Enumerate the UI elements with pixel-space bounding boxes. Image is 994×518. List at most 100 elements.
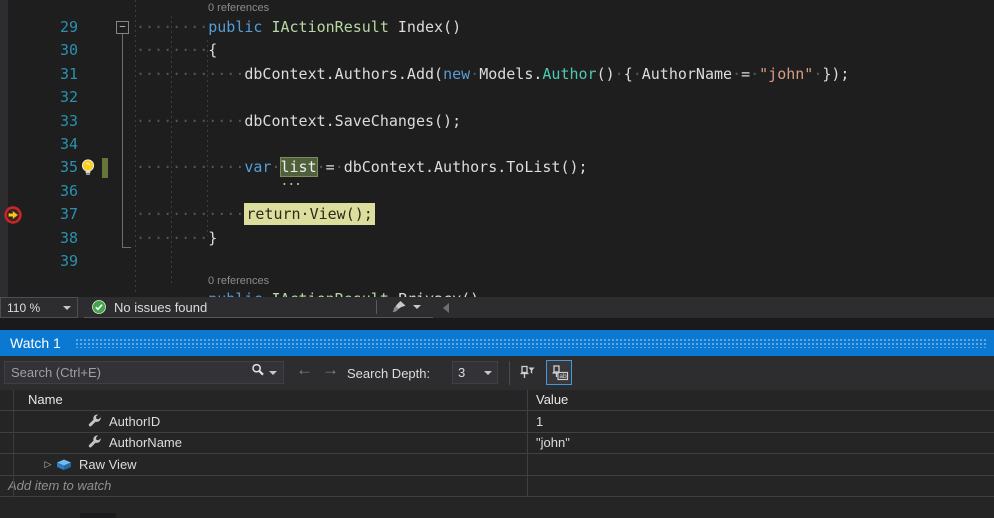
zoom-level-select[interactable]: 110 % bbox=[0, 297, 78, 318]
code-token: { bbox=[208, 41, 218, 60]
search-placeholder: Search (Ctrl+E) bbox=[11, 365, 101, 380]
watch-row-authorname[interactable]: AuthorName "john" bbox=[0, 433, 994, 454]
codelens-references[interactable]: 0 references bbox=[208, 2, 269, 14]
code-line-29[interactable]: 29 ········public IActionResult Index() bbox=[0, 16, 994, 39]
code-token: ············ bbox=[136, 158, 245, 177]
code-line-30[interactable]: 30 ········{ bbox=[0, 39, 994, 62]
code-token: · bbox=[750, 64, 760, 83]
column-header-value[interactable]: Value bbox=[527, 390, 568, 410]
editor-status-bar: 110 % No issues found bbox=[0, 297, 994, 318]
code-token: dbContext.Authors.ToList(); bbox=[343, 158, 588, 177]
watch-window-title-bar[interactable]: Watch 1 bbox=[0, 330, 994, 356]
add-watch-row[interactable]: Add item to watch bbox=[0, 476, 994, 497]
code-token: · bbox=[614, 64, 624, 83]
code-token: dbContext.Authors.Add( bbox=[244, 64, 444, 83]
code-line-32[interactable]: 32 bbox=[0, 86, 994, 109]
bottom-strip bbox=[0, 497, 994, 518]
code-token: = bbox=[741, 64, 751, 83]
search-back-button[interactable]: ← bbox=[296, 360, 313, 380]
column-resize-handle[interactable] bbox=[527, 390, 528, 497]
column-header-name[interactable]: Name bbox=[0, 390, 527, 410]
code-token: ········ bbox=[136, 18, 209, 36]
code-token: · bbox=[271, 158, 281, 177]
watch-value-text[interactable] bbox=[527, 454, 994, 475]
watch-window-title: Watch 1 bbox=[10, 335, 61, 351]
watch-row-raw-view[interactable]: ▷ Raw View bbox=[0, 454, 994, 476]
expand-arrow-icon[interactable]: ▷ bbox=[40, 459, 56, 470]
code-editor[interactable]: 0 references 29 ········public IActionResu… bbox=[0, 0, 994, 297]
breakpoint-current-statement-icon[interactable] bbox=[4, 206, 22, 224]
chevron-down-icon bbox=[413, 305, 421, 309]
tab-notch bbox=[80, 513, 116, 518]
code-token: · bbox=[470, 64, 480, 83]
search-options-chevron-icon[interactable] bbox=[269, 370, 277, 375]
pane-splitter[interactable] bbox=[0, 318, 994, 330]
scroll-left-icon[interactable] bbox=[443, 302, 449, 313]
line-number: 34 bbox=[59, 134, 78, 153]
code-token: ············ bbox=[136, 205, 245, 224]
clipped-code-line: public IActionResult Privacy() bbox=[0, 289, 994, 297]
search-depth-select[interactable]: 3 bbox=[452, 361, 498, 384]
line-number: 39 bbox=[59, 251, 78, 270]
code-text[interactable]: ········{ bbox=[136, 39, 217, 62]
code-token: · bbox=[316, 158, 326, 177]
code-line-31[interactable]: 31 ············dbContext.Authors.Add(new·… bbox=[0, 63, 994, 86]
watch-value-text[interactable]: 1 bbox=[527, 411, 994, 432]
line-number: 38 bbox=[59, 228, 78, 247]
document-health-indicator[interactable]: No issues found bbox=[84, 297, 377, 318]
code-token: · bbox=[334, 158, 344, 177]
code-token: Author bbox=[542, 64, 597, 83]
code-text[interactable]: ············dbContext.SaveChanges(); bbox=[136, 110, 461, 133]
code-token: AuthorName bbox=[641, 64, 733, 83]
watch-toolbar: Search (Ctrl+E) ← → Search Depth: 3 ab bbox=[0, 356, 994, 390]
code-text[interactable]: ············ return·View(); bbox=[136, 203, 375, 226]
code-line-36[interactable]: 36 bbox=[0, 180, 994, 203]
code-fold-toggle[interactable]: − bbox=[116, 21, 129, 34]
line-number: 32 bbox=[59, 88, 78, 107]
table-header-row[interactable]: Name Value bbox=[0, 390, 994, 411]
pinned-member-names-toggle[interactable]: ab bbox=[546, 360, 572, 385]
toolbar-divider bbox=[509, 361, 510, 385]
code-line-35[interactable]: 35············var·list·=·dbContext.Autho… bbox=[0, 156, 994, 179]
code-cleanup-button[interactable] bbox=[377, 297, 433, 318]
code-text[interactable]: ············dbContext.Authors.Add(new·Mo… bbox=[136, 63, 849, 86]
code-line-38[interactable]: 38 ········} bbox=[0, 227, 994, 250]
code-text[interactable]: ············var·list·=·dbContext.Authors… bbox=[136, 156, 588, 179]
health-status-text: No issues found bbox=[114, 299, 208, 315]
check-circle-icon bbox=[92, 300, 106, 314]
code-text[interactable]: ········} bbox=[136, 227, 217, 250]
code-token: ············ bbox=[136, 64, 245, 83]
line-number: 35 bbox=[59, 158, 78, 177]
codelens-references[interactable]: 0 references bbox=[208, 275, 269, 287]
code-line-39[interactable]: 39 bbox=[0, 250, 994, 273]
add-watch-placeholder: Add item to watch bbox=[8, 478, 112, 494]
line-number: 36 bbox=[59, 181, 78, 200]
code-token: list bbox=[279, 157, 318, 178]
lightbulb-icon[interactable] bbox=[81, 159, 95, 177]
filter-pinned-properties-button[interactable] bbox=[514, 360, 540, 385]
watch-row-authorid[interactable]: AuthorID 1 bbox=[0, 411, 994, 433]
search-forward-button[interactable]: → bbox=[322, 360, 339, 380]
line-number: 31 bbox=[59, 64, 78, 83]
code-token: return·View(); bbox=[244, 203, 375, 226]
cube-icon bbox=[56, 456, 72, 472]
wrench-icon bbox=[86, 435, 102, 451]
drag-grip-texture bbox=[74, 338, 986, 348]
vs-debug-view: 0 references 29 ········public IActionResu… bbox=[0, 0, 994, 518]
tree-gutter-line bbox=[13, 390, 14, 497]
code-line-34[interactable]: 34 bbox=[0, 133, 994, 156]
search-input[interactable]: Search (Ctrl+E) bbox=[4, 361, 284, 384]
code-text[interactable]: ········public IActionResult Index() bbox=[136, 16, 461, 39]
code-line-37[interactable]: 37 ············ return·View(); bbox=[0, 203, 994, 226]
watch-name-text: AuthorID bbox=[109, 413, 161, 429]
code-token: public bbox=[208, 18, 263, 36]
code-line-33[interactable]: 33 ············dbContext.SaveChanges(); bbox=[0, 110, 994, 133]
watch-value-text[interactable]: "john" bbox=[527, 433, 994, 454]
horizontal-scrollbar[interactable] bbox=[433, 297, 994, 318]
line-number: 29 bbox=[59, 18, 78, 36]
code-token: } bbox=[208, 228, 218, 247]
code-token: = bbox=[325, 158, 335, 177]
code-token: ········ bbox=[136, 228, 209, 247]
